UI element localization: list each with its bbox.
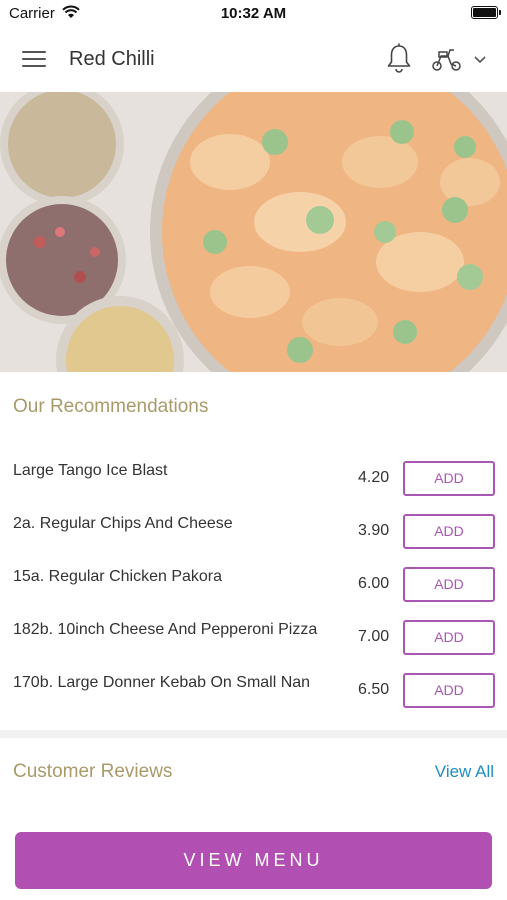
item-price: 6.00 xyxy=(358,575,390,592)
menu-icon[interactable] xyxy=(22,48,48,70)
battery-icon xyxy=(471,6,501,19)
item-name: Large Tango Ice Blast xyxy=(13,462,168,479)
list-item: 2a. Regular Chips And Cheese 3.90 ADD xyxy=(0,501,507,554)
view-menu-button[interactable]: VIEW MENU xyxy=(15,832,492,889)
add-button[interactable]: ADD xyxy=(403,461,495,496)
list-item: 170b. Large Donner Kebab On Small Nan 6.… xyxy=(0,660,507,713)
item-price: 7.00 xyxy=(358,628,390,645)
recommendations-title: Our Recommendations xyxy=(13,396,209,417)
item-price: 4.20 xyxy=(358,469,390,486)
add-button[interactable]: ADD xyxy=(403,567,495,602)
item-name: 2a. Regular Chips And Cheese xyxy=(13,515,233,532)
page-title: Red Chilli xyxy=(69,48,155,70)
app-header: Red Chilli xyxy=(0,28,507,92)
list-item: 15a. Regular Chicken Pakora 6.00 ADD xyxy=(0,554,507,607)
add-button[interactable]: ADD xyxy=(403,620,495,655)
item-name: 170b. Large Donner Kebab On Small Nan xyxy=(13,674,311,691)
scooter-icon[interactable] xyxy=(431,46,463,72)
reviews-title: Customer Reviews xyxy=(13,761,173,782)
view-all-link[interactable]: View All xyxy=(435,762,494,782)
add-button[interactable]: ADD xyxy=(403,673,495,708)
chevron-down-icon[interactable] xyxy=(472,52,488,66)
item-price: 3.90 xyxy=(358,522,390,539)
section-divider xyxy=(0,730,507,738)
item-name: 15a. Regular Chicken Pakora xyxy=(13,568,223,585)
list-item: Large Tango Ice Blast 4.20 ADD xyxy=(0,448,507,501)
item-price: 6.50 xyxy=(358,681,390,698)
bell-icon[interactable] xyxy=(385,42,413,74)
status-bar: Carrier 10:32 AM xyxy=(0,0,507,28)
item-name: 182b. 10inch Cheese And Pepperoni Pizza xyxy=(13,621,318,638)
add-button[interactable]: ADD xyxy=(403,514,495,549)
status-time: 10:32 AM xyxy=(220,5,287,22)
list-item: 182b. 10inch Cheese And Pepperoni Pizza … xyxy=(0,607,507,660)
curry-and-spices-illustration xyxy=(0,92,507,372)
hero-food-image xyxy=(0,92,507,372)
